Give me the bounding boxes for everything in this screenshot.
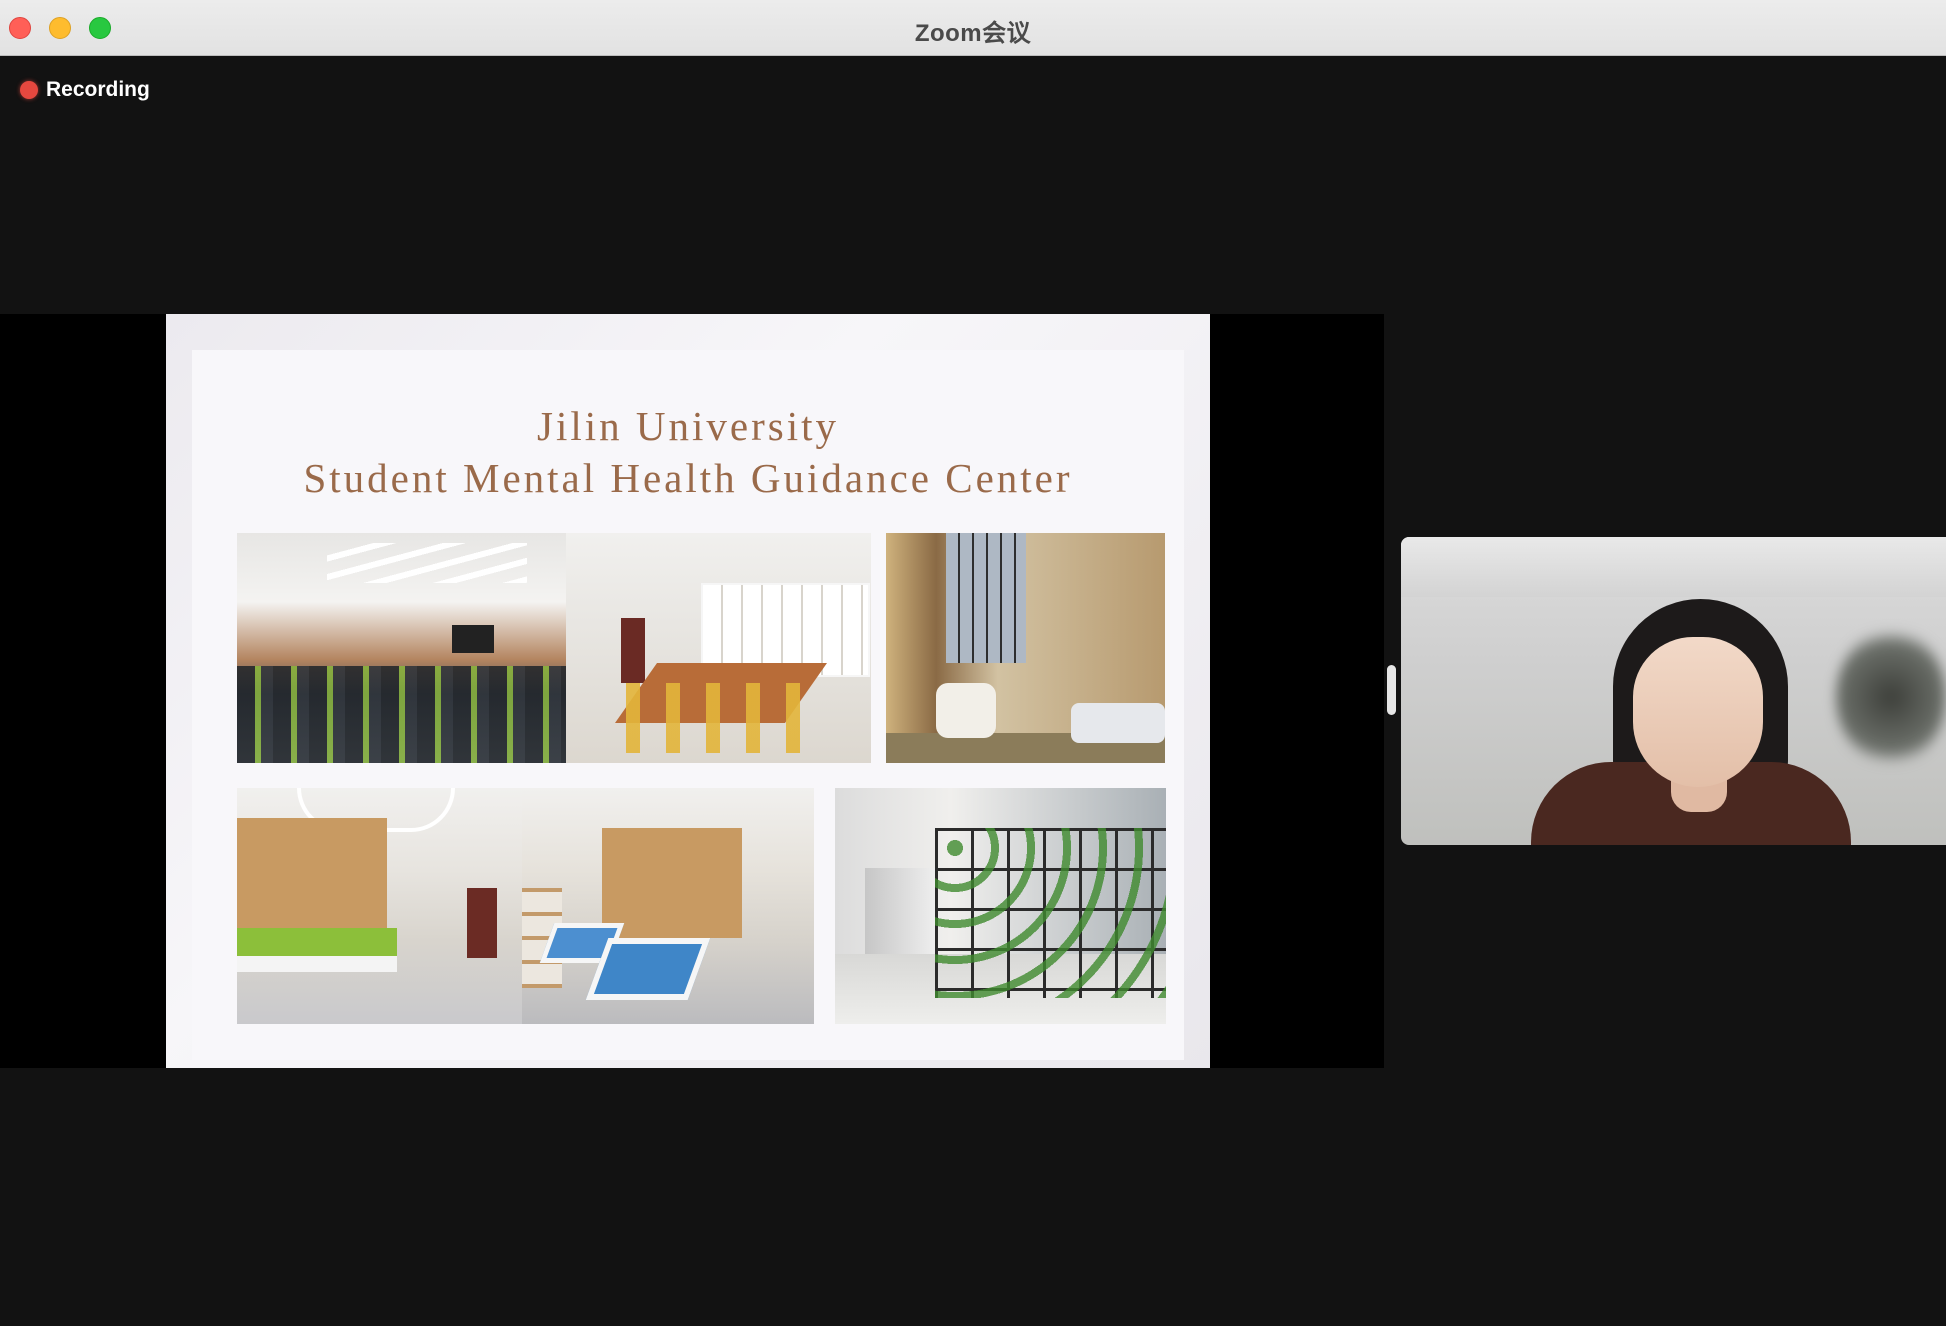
recording-indicator[interactable]: Recording [20,76,150,104]
sandplay-room-photo [522,788,814,1024]
slide-content: Jilin University Student Mental Health G… [192,350,1184,1060]
window-title: Zoom会议 [914,20,1032,47]
title-bar: Zoom会议 [0,0,1946,56]
recording-dot-icon [20,81,38,99]
recording-label: Recording [46,78,150,101]
shared-screen[interactable]: Jilin University Student Mental Health G… [0,314,1384,1068]
slide-title-line2: Student Mental Health Guidance Center [303,455,1073,501]
corridor-plants-photo [835,788,1166,1024]
slide-title-line1: Jilin University [537,403,839,449]
panel-resize-handle[interactable] [1387,665,1396,715]
zoom-window: Zoom会议 Recording Jilin University Studen… [0,0,1946,1326]
meeting-room-photo [566,533,871,763]
group-activity-room-photo [237,788,528,1024]
presentation-slide: Jilin University Student Mental Health G… [166,314,1210,1068]
participant-video[interactable] [1401,537,1946,845]
counseling-room-photo [886,533,1165,763]
lecture-room-photo [237,533,576,763]
